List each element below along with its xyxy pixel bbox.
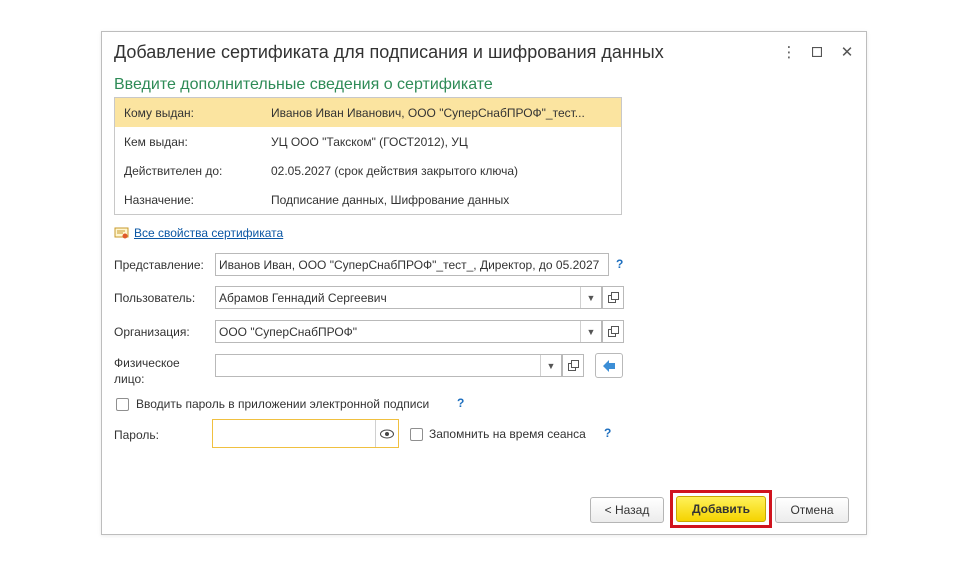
info-value: УЦ ООО "Такском" (ГОСТ2012), УЦ — [271, 135, 468, 149]
representation-value: Иванов Иван, ООО "СуперСнабПРОФ"_тест_, … — [219, 257, 600, 272]
representation-field[interactable]: Иванов Иван, ООО "СуперСнабПРОФ"_тест_, … — [215, 253, 609, 276]
chevron-down-icon[interactable]: ▼ — [580, 287, 601, 308]
organization-field[interactable]: ООО "СуперСнабПРОФ" ▼ — [215, 320, 602, 343]
table-row[interactable]: Действителен до: 02.05.2027 (срок действ… — [115, 156, 621, 185]
all-properties-link-row: Все свойства сертификата — [114, 226, 283, 240]
open-user-button[interactable] — [602, 286, 624, 309]
arrow-left-icon — [603, 359, 615, 372]
add-button[interactable]: Добавить — [676, 496, 766, 522]
open-organization-button[interactable] — [602, 320, 624, 343]
table-row[interactable]: Кем выдан: УЦ ООО "Такском" (ГОСТ2012), … — [115, 127, 621, 156]
add-certificate-dialog: Добавление сертификата для подписания и … — [101, 31, 867, 535]
open-form-icon — [567, 360, 579, 371]
open-form-icon — [607, 326, 619, 337]
close-icon[interactable]: ✕ — [836, 41, 858, 63]
maximize-icon[interactable] — [806, 41, 828, 63]
user-value: Абрамов Геннадий Сергеевич — [219, 290, 387, 305]
info-value: Иванов Иван Иванович, ООО "СуперСнабПРОФ… — [271, 106, 585, 120]
info-value: 02.05.2027 (срок действия закрытого ключ… — [271, 164, 519, 178]
organization-label: Организация: — [114, 325, 190, 339]
representation-help-icon[interactable]: ? — [616, 257, 623, 271]
chevron-down-icon[interactable]: ▼ — [580, 321, 601, 342]
more-menu-icon[interactable]: ⋮ — [778, 41, 800, 63]
organization-value: ООО "СуперСнабПРОФ" — [219, 324, 358, 339]
open-form-icon — [607, 292, 619, 303]
info-value: Подписание данных, Шифрование данных — [271, 193, 510, 207]
info-key: Действителен до: — [124, 164, 223, 178]
enter-password-in-app-checkbox[interactable] — [116, 398, 129, 411]
info-key: Назначение: — [124, 193, 195, 207]
open-individual-button[interactable] — [562, 354, 584, 377]
remember-session-label: Запомнить на время сеанса — [429, 427, 586, 441]
password-field[interactable] — [212, 419, 399, 448]
enter-password-in-app-label: Вводить пароль в приложении электронной … — [136, 397, 430, 411]
user-label: Пользователь: — [114, 291, 196, 305]
user-field[interactable]: Абрамов Геннадий Сергеевич ▼ — [215, 286, 602, 309]
remember-session-checkbox[interactable] — [410, 428, 423, 441]
remember-help-icon[interactable]: ? — [604, 426, 611, 440]
enter-password-help-icon[interactable]: ? — [457, 396, 464, 410]
dialog-title: Добавление сертификата для подписания и … — [114, 42, 664, 62]
individual-label-line2: лицо: — [114, 372, 145, 386]
info-key: Кем выдан: — [124, 135, 188, 149]
chevron-down-icon[interactable]: ▼ — [540, 355, 561, 376]
table-row[interactable]: Кому выдан: Иванов Иван Иванович, ООО "С… — [115, 98, 621, 127]
representation-label: Представление: — [114, 258, 204, 272]
back-button[interactable]: < Назад — [590, 497, 664, 523]
certificate-icon — [114, 227, 129, 239]
eye-icon[interactable] — [375, 420, 398, 447]
certificate-info-table: Кому выдан: Иванов Иван Иванович, ООО "С… — [114, 97, 622, 215]
dialog-subtitle: Введите дополнительные сведения о сертиф… — [114, 76, 493, 93]
password-label: Пароль: — [114, 428, 159, 442]
table-row[interactable]: Назначение: Подписание данных, Шифровани… — [115, 185, 621, 214]
individual-field[interactable]: ▼ — [215, 354, 562, 377]
all-properties-link[interactable]: Все свойства сертификата — [134, 226, 283, 240]
fill-individual-button[interactable] — [595, 353, 623, 378]
individual-label-line1: Физическое — [114, 356, 180, 370]
cancel-button[interactable]: Отмена — [775, 497, 849, 523]
info-key: Кому выдан: — [124, 106, 195, 120]
